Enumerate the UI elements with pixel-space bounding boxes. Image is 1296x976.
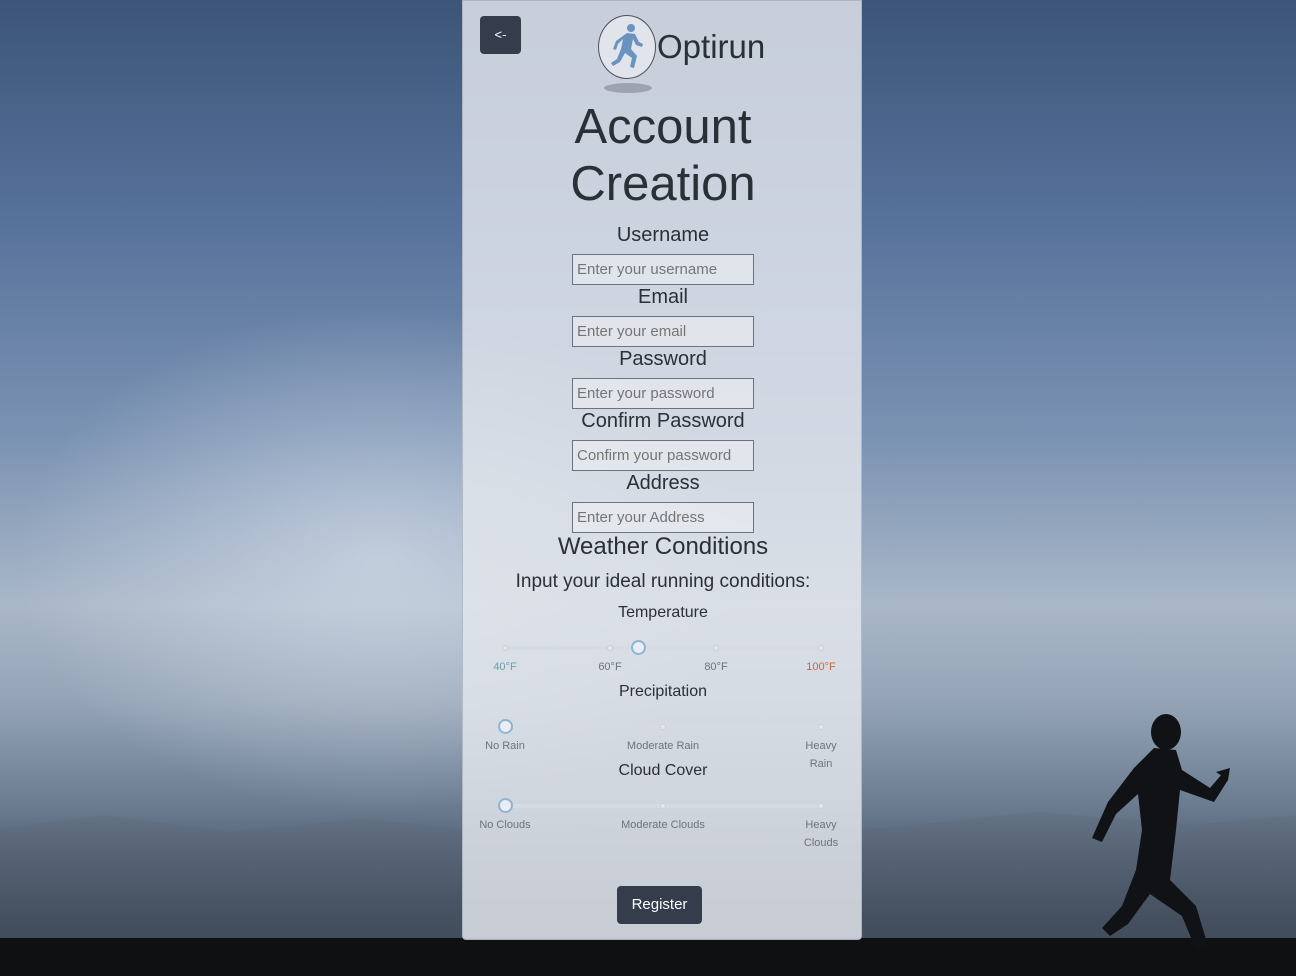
cloud-cover-title: Cloud Cover [618, 762, 708, 779]
temperature-slider[interactable] [502, 640, 824, 655]
precipitation-tick [818, 724, 824, 730]
cloud-cover-tick-label-heavy: Heavy Clouds [803, 819, 839, 849]
address-input[interactable] [572, 502, 754, 533]
temperature-tick-label-100: 100°F [806, 661, 836, 673]
page-title: Account Creation [463, 99, 863, 213]
page-title-line-2: Creation [570, 157, 756, 211]
logo [598, 15, 658, 95]
temperature-tick [712, 645, 719, 651]
email-label: Email [637, 286, 688, 308]
back-button[interactable]: <- [480, 16, 521, 54]
cloud-cover-tick [818, 803, 824, 809]
brand-name: Optirun [657, 28, 766, 65]
cloud-cover-tick-label-moderate: Moderate Clouds [621, 819, 705, 831]
precipitation-title: Precipitation [618, 683, 708, 700]
username-label: Username [616, 224, 710, 246]
cloud-cover-slider[interactable] [498, 798, 824, 813]
address-label: Address [626, 472, 700, 494]
weather-section-subtitle: Input your ideal running conditions: [515, 571, 811, 592]
precipitation-slider[interactable] [498, 719, 824, 734]
password-label: Password [619, 348, 707, 370]
temperature-tick [502, 645, 508, 651]
temperature-tick-label-40: 40°F [493, 661, 517, 673]
page-title-line-1: Account [574, 100, 752, 154]
cloud-cover-tick-label-none: No Clouds [479, 819, 531, 831]
precipitation-tick-label-moderate: Moderate Rain [626, 740, 700, 752]
confirm-password-label: Confirm Password [581, 410, 745, 432]
precipitation-tick [660, 724, 666, 730]
temperature-tick-label-80: 80°F [704, 661, 728, 673]
precipitation-tick-label-none: No Rain [485, 740, 525, 752]
weather-section-title: Weather Conditions [557, 533, 769, 560]
temperature-tick [607, 645, 614, 651]
precipitation-slider-thumb[interactable] [498, 719, 513, 734]
temperature-title: Temperature [618, 604, 708, 621]
register-button[interactable]: Register [617, 886, 702, 924]
confirm-password-input[interactable] [572, 440, 754, 471]
logo-shadow [604, 83, 652, 93]
runner-silhouette-image [1092, 714, 1230, 950]
username-input[interactable] [572, 254, 754, 285]
cloud-cover-tick [660, 803, 666, 809]
temperature-tick-label-60: 60°F [598, 661, 622, 673]
temperature-slider-thumb[interactable] [630, 640, 646, 655]
email-input[interactable] [572, 316, 754, 347]
cloud-cover-slider-thumb[interactable] [498, 798, 513, 813]
password-input[interactable] [572, 378, 754, 409]
registration-card: <- Optirun Account Creation Username Ema… [462, 0, 862, 940]
runner-logo-icon [598, 15, 656, 79]
temperature-tick [818, 645, 824, 651]
